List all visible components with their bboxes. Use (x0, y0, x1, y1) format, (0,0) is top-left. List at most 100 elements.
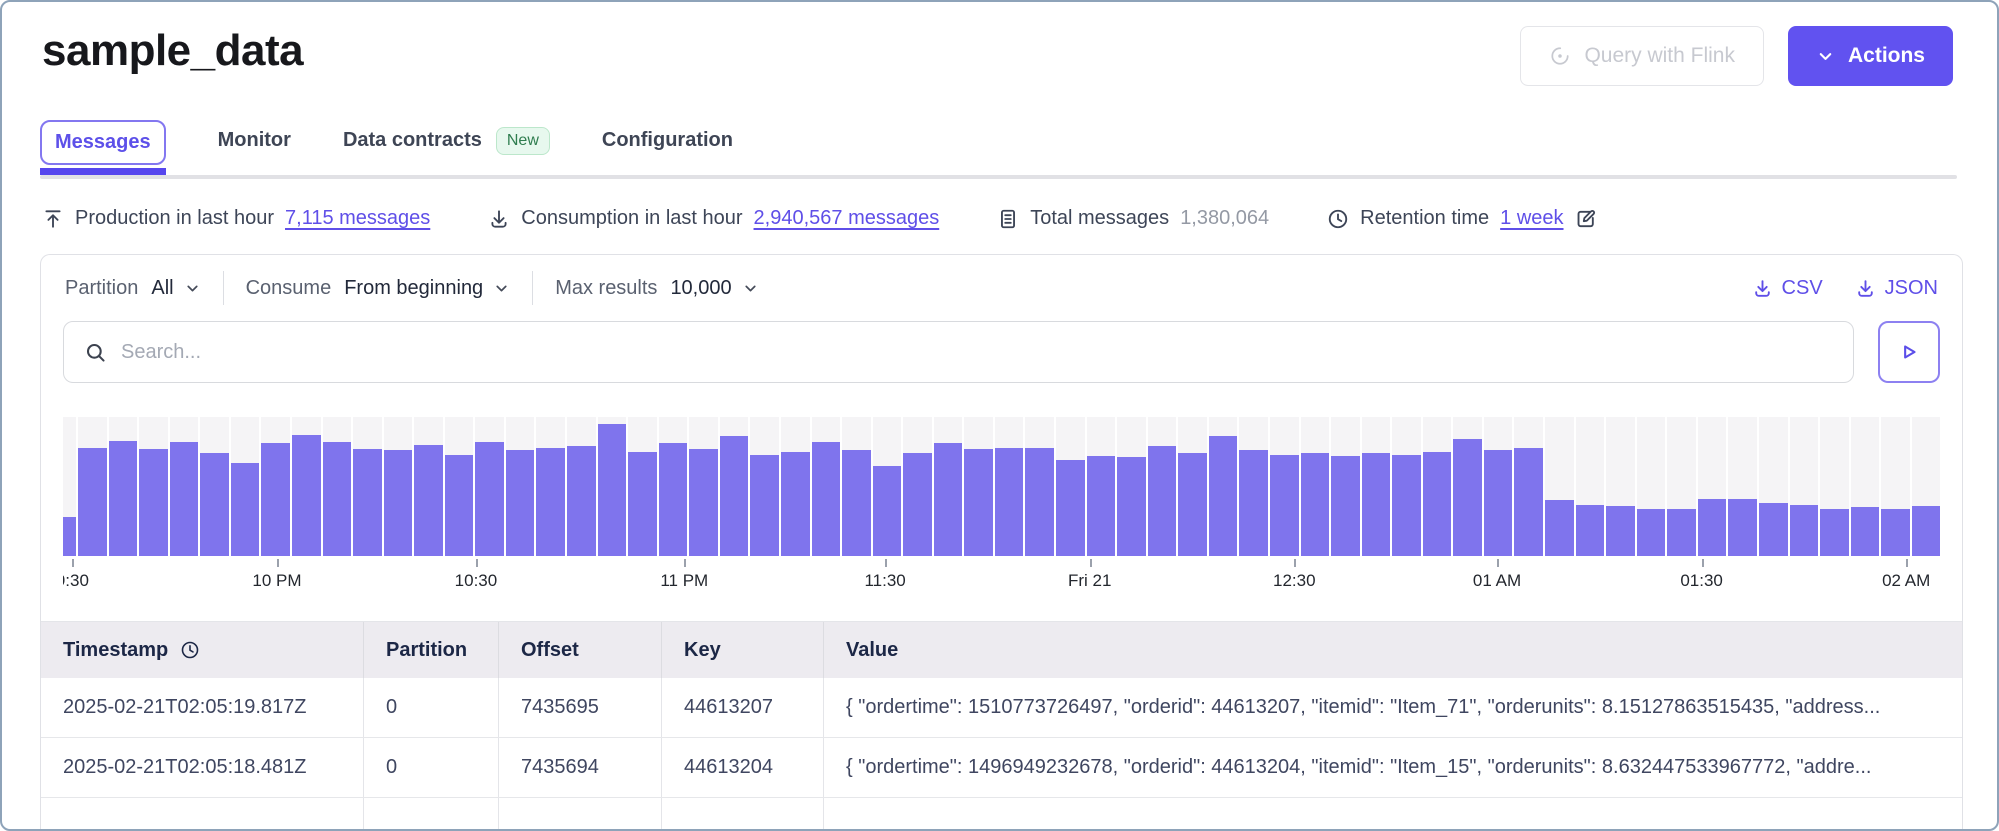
histogram-bar (567, 417, 596, 556)
histogram-bar (78, 417, 107, 556)
edit-icon[interactable] (1575, 208, 1597, 230)
consume-select[interactable]: Consume From beginning (246, 277, 511, 300)
document-icon (997, 208, 1019, 230)
messages-panel: Partition All Consume From beginning Max… (40, 254, 1963, 831)
axis-tick-mark (476, 559, 478, 567)
histogram-bar (628, 417, 657, 556)
total-messages-value: 1,380,064 (1180, 207, 1269, 230)
partition-select[interactable]: Partition All (65, 277, 201, 300)
histogram-bar (1025, 417, 1054, 556)
column-header-timestamp[interactable]: Timestamp (41, 622, 363, 678)
tab-bar-rule (40, 175, 1957, 179)
cell-timestamp: 2025-02-21T02:05:19.817Z (41, 678, 363, 737)
histogram-bar (63, 417, 76, 556)
histogram-bar (1667, 417, 1696, 556)
clock-icon (1327, 208, 1349, 230)
histogram-bar (414, 417, 443, 556)
histogram-bar (1117, 417, 1146, 556)
axis-tick-mark (1090, 559, 1092, 567)
histogram-bar (1270, 417, 1299, 556)
table-row[interactable]: 2025-02-21T02:05:18.481Z0743569444613204… (41, 738, 1962, 798)
histogram-axis: 9:3010 PM10:3011 PM11:30Fri 2112:3001 AM… (63, 559, 1940, 595)
tab-data-contracts[interactable]: Data contracts New (343, 127, 550, 155)
messages-toolbar: Partition All Consume From beginning Max… (41, 255, 1962, 315)
tab-configuration[interactable]: Configuration (602, 129, 733, 152)
chevron-down-icon (184, 280, 201, 297)
histogram-bar (964, 417, 993, 556)
histogram-bar (1851, 417, 1880, 556)
axis-tick-mark (72, 559, 74, 567)
histogram-bar (1087, 417, 1116, 556)
histogram-bar (445, 417, 474, 556)
axis-tick-mark (684, 559, 686, 567)
histogram-bar (139, 417, 168, 556)
axis-tick-mark (1906, 559, 1908, 567)
table-row[interactable]: 2025-02-21T02:05:19.817Z0743569544613207… (41, 678, 1962, 738)
page-header: sample_data Query with Flink Actions (2, 2, 1997, 86)
histogram-bar (261, 417, 290, 556)
histogram-bar (1514, 417, 1543, 556)
cell-key: 44613204 (661, 738, 823, 797)
cell-timestamp: 2025-02-21T02:05:18.481Z (41, 738, 363, 797)
histogram-bar (1453, 417, 1482, 556)
cell-offset: 7435695 (498, 678, 661, 737)
axis-tick-label: 10:30 (455, 571, 498, 591)
max-results-select[interactable]: Max results 10,000 (555, 277, 758, 300)
histogram-bar (506, 417, 535, 556)
axis-tick-mark (885, 559, 887, 567)
chevron-down-icon (1816, 47, 1835, 66)
production-messages-link[interactable]: 7,115 messages (285, 207, 430, 230)
axis-tick-mark (277, 559, 279, 567)
stat-retention: Retention time 1 week (1327, 207, 1596, 230)
histogram-bars (63, 417, 1940, 556)
histogram-bar (1881, 417, 1910, 556)
histogram-bar (1637, 417, 1666, 556)
query-with-flink-button[interactable]: Query with Flink (1520, 26, 1764, 86)
tab-messages[interactable]: Messages (40, 120, 166, 165)
axis-tick-label: 01 AM (1473, 571, 1521, 591)
consumption-messages-link[interactable]: 2,940,567 messages (754, 207, 940, 230)
download-icon (488, 208, 510, 230)
download-icon (1752, 278, 1773, 299)
histogram-bar (995, 417, 1024, 556)
active-tab-underline (40, 168, 166, 175)
histogram-bar (842, 417, 871, 556)
histogram-bar (1392, 417, 1421, 556)
histogram-bar (1056, 417, 1085, 556)
download-icon (1855, 278, 1876, 299)
header-buttons: Query with Flink Actions (1520, 26, 1953, 86)
table-row-partial[interactable] (41, 798, 1962, 831)
cell-value: { "ordertime": 1510773726497, "orderid":… (823, 678, 1962, 737)
histogram-bar (1606, 417, 1635, 556)
stat-production: Production in last hour 7,115 messages (42, 207, 430, 230)
export-json-link[interactable]: JSON (1855, 277, 1938, 300)
cell-offset: 7435694 (498, 738, 661, 797)
column-header-offset[interactable]: Offset (498, 622, 661, 678)
tab-bar: Messages Monitor Data contracts New Conf… (40, 120, 1957, 179)
column-header-partition[interactable]: Partition (363, 622, 498, 678)
column-header-value[interactable]: Value (823, 622, 1962, 678)
histogram-bar (536, 417, 565, 556)
histogram-bar (323, 417, 352, 556)
actions-button[interactable]: Actions (1788, 26, 1953, 86)
histogram-bar (292, 417, 321, 556)
search-input[interactable] (121, 341, 1833, 364)
retention-time-link[interactable]: 1 week (1500, 207, 1563, 230)
tab-monitor[interactable]: Monitor (218, 129, 291, 152)
histogram-bar (170, 417, 199, 556)
histogram-bar (1698, 417, 1727, 556)
histogram-bar (1820, 417, 1849, 556)
histogram-bar (1148, 417, 1177, 556)
histogram-bar (1576, 417, 1605, 556)
export-csv-link[interactable]: CSV (1752, 277, 1823, 300)
cell-value: { "ordertime": 1496949232678, "orderid":… (823, 738, 1962, 797)
column-header-key[interactable]: Key (661, 622, 823, 678)
axis-tick-mark (1497, 559, 1499, 567)
clock-icon (180, 640, 200, 660)
histogram-bar (353, 417, 382, 556)
flink-icon (1549, 45, 1571, 67)
run-search-button[interactable] (1878, 321, 1940, 383)
message-histogram[interactable]: 9:3010 PM10:3011 PM11:30Fri 2112:3001 AM… (63, 417, 1940, 595)
histogram-bar (1331, 417, 1360, 556)
histogram-bar (1484, 417, 1513, 556)
